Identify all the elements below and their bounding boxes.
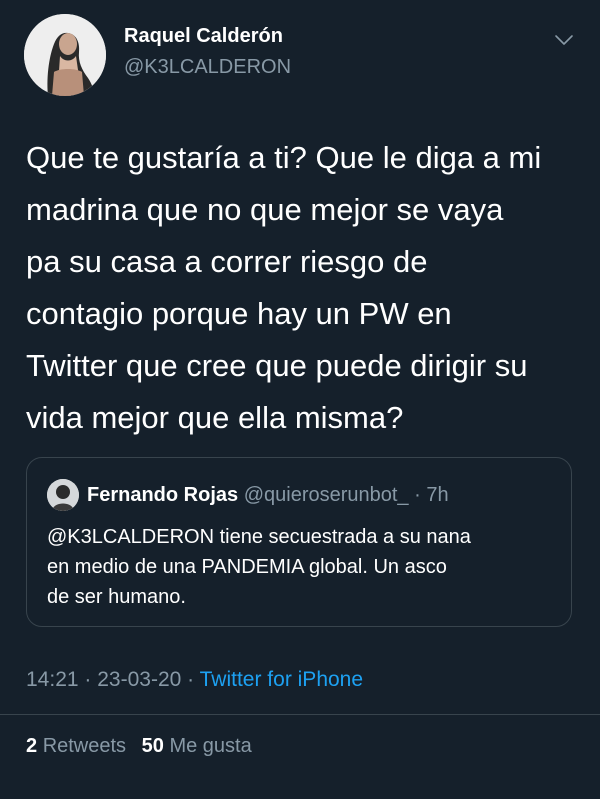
quoted-tweet-text: @K3LCALDERON tiene secuestrada a su nana… — [47, 522, 557, 612]
author-avatar[interactable] — [24, 14, 106, 96]
separator-dot: · — [84, 668, 92, 691]
retweets-count: 2 — [26, 735, 38, 757]
author-display-name[interactable]: Raquel Calderón — [124, 25, 283, 48]
tweet-meta: 14:21 · 23-03-20 · Twitter for iPhone — [26, 668, 363, 692]
tweet-time: 14:21 — [26, 668, 79, 691]
quoted-author-name[interactable]: Fernando Rojas — [87, 484, 238, 506]
quoted-author-handle[interactable]: @quieroserunbot_ — [244, 484, 409, 506]
tweet-text: Que te gustaría a ti? Que le diga a mi m… — [26, 132, 578, 444]
retweets-stat[interactable]: 2 Retweets — [26, 735, 132, 757]
tweet-text-line: madrina que no que mejor se vaya — [26, 192, 504, 227]
separator-dot: · — [187, 668, 195, 691]
quoted-text-line: en medio de una PANDEMIA global. Un asco — [47, 556, 447, 578]
tweet-text-line: contagio porque hay un PW en — [26, 296, 452, 331]
quoted-author-avatar[interactable] — [47, 479, 79, 511]
tweet-text-line: Twitter que cree que puede dirigir su — [26, 348, 528, 383]
engagement-stats: 2 Retweets 50 Me gusta — [26, 735, 252, 758]
divider — [0, 714, 600, 715]
quoted-text-line: @K3LCALDERON tiene secuestrada a su nana — [47, 526, 471, 548]
likes-count: 50 — [141, 735, 164, 757]
quoted-tweet-header: Fernando Rojas @quieroserunbot_ · 7h — [87, 484, 449, 507]
quoted-tweet-time: 7h — [426, 484, 449, 506]
chevron-down-icon[interactable] — [552, 28, 576, 52]
likes-label: Me gusta — [169, 735, 252, 757]
tweet-header: Raquel Calderón @K3LCALDERON — [0, 0, 600, 110]
likes-stat[interactable]: 50 Me gusta — [142, 735, 252, 757]
tweet-text-line: vida mejor que ella misma? — [26, 400, 404, 435]
separator-dot: · — [414, 484, 421, 506]
tweet-text-line: pa su casa a correr riesgo de — [26, 244, 428, 279]
tweet-source-link[interactable]: Twitter for iPhone — [200, 668, 363, 691]
quoted-tweet-card[interactable]: Fernando Rojas @quieroserunbot_ · 7h @K3… — [26, 457, 572, 627]
tweet-text-line: Que te gustaría a ti? Que le diga a mi — [26, 140, 542, 175]
quoted-text-line: de ser humano. — [47, 586, 186, 608]
tweet-date: 23-03-20 — [97, 668, 182, 691]
author-handle[interactable]: @K3LCALDERON — [124, 56, 291, 79]
retweets-label: Retweets — [42, 735, 127, 757]
